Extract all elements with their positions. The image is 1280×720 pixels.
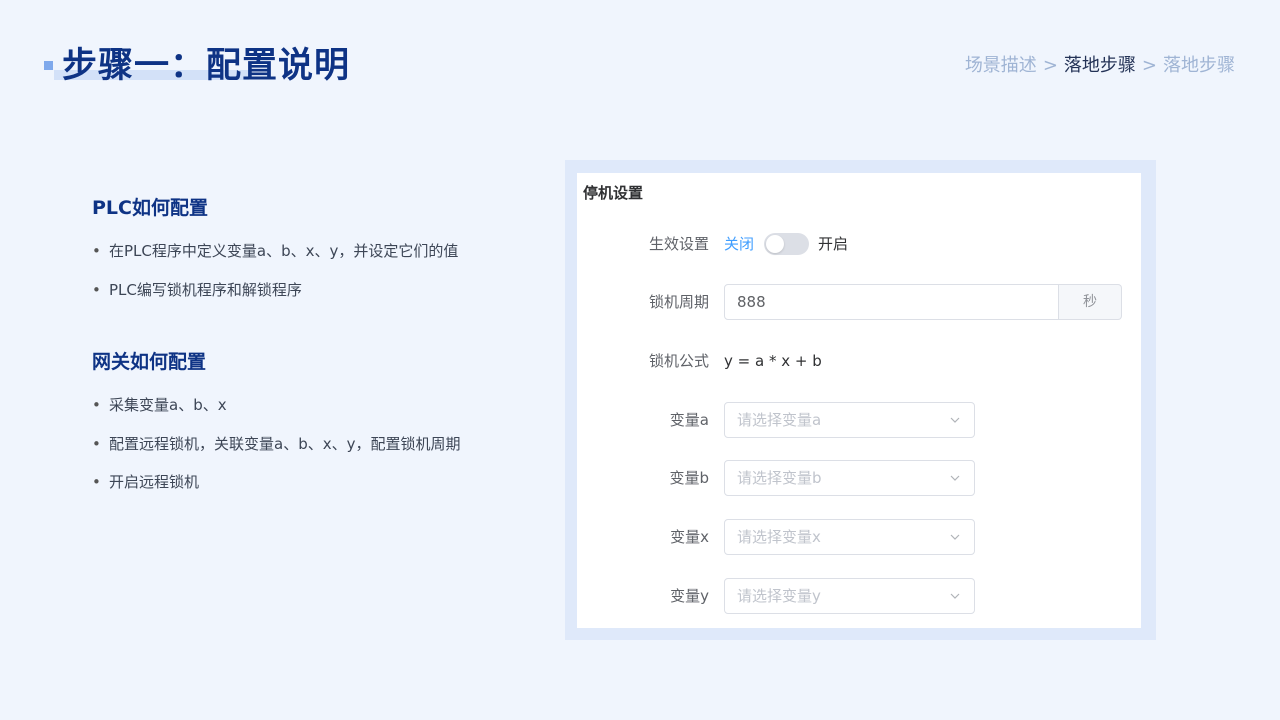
variable-b-row: 变量b 请选择变量b [577, 460, 1141, 496]
variable-x-field: 请选择变量x [724, 519, 975, 555]
switch-on-label[interactable]: 开启 [818, 226, 848, 262]
period-input-group: 888 秒 [724, 284, 1122, 320]
variable-x-row: 变量x 请选择变量x [577, 519, 1141, 555]
breadcrumb-separator: > [1141, 55, 1157, 76]
variable-a-row: 变量a 请选择变量a [577, 402, 1141, 438]
shutdown-settings-panel: 停机设置 生效设置 关闭 开启 锁机周期 888 秒 锁机公式 y = a * … [577, 173, 1141, 628]
variable-b-label: 变量b [669, 469, 709, 487]
breadcrumb: 场景描述 > 落地步骤 > 落地步骤 [965, 53, 1235, 79]
page-title: 步骤一：配置说明 [62, 46, 351, 86]
variable-y-row: 变量y 请选择变量y [577, 578, 1141, 614]
list-item: 开启远程锁机 [92, 470, 460, 509]
period-label: 锁机周期 [648, 293, 709, 311]
formula-value: y = a * x + b [724, 352, 822, 370]
chevron-down-icon [950, 534, 960, 540]
section-heading-gateway: 网关如何配置 [92, 351, 207, 373]
breadcrumb-item-current[interactable]: 落地步骤 [1064, 53, 1136, 79]
select-placeholder: 请选择变量x [737, 528, 821, 546]
toggle-knob [766, 235, 785, 253]
section-heading-plc: PLC如何配置 [92, 197, 208, 219]
breadcrumb-item-scene[interactable]: 场景描述 [965, 53, 1037, 79]
variable-y-field: 请选择变量y [724, 578, 975, 614]
variable-a-field: 请选择变量a [724, 402, 975, 438]
variable-y-select[interactable]: 请选择变量y [724, 578, 975, 614]
switch-off-label[interactable]: 关闭 [724, 226, 754, 262]
chevron-down-icon [950, 475, 960, 481]
list-item: PLC编写锁机程序和解锁程序 [92, 278, 458, 317]
panel-title: 停机设置 [583, 184, 644, 202]
title-decoration-square [44, 61, 53, 70]
formula-row: 锁机公式 y = a * x + b [577, 343, 1141, 379]
formula-label: 锁机公式 [648, 352, 709, 370]
select-placeholder: 请选择变量y [737, 587, 821, 605]
list-item: 采集变量a、b、x [92, 393, 460, 432]
variable-b-field: 请选择变量b [724, 460, 975, 496]
chevron-down-icon [950, 417, 960, 423]
period-unit: 秒 [1059, 284, 1122, 320]
screenshot-frame: 停机设置 生效设置 关闭 开启 锁机周期 888 秒 锁机公式 y = a * … [565, 160, 1156, 640]
breadcrumb-item-step[interactable]: 落地步骤 [1163, 53, 1235, 79]
select-placeholder: 请选择变量b [737, 469, 822, 487]
variable-x-label: 变量x [670, 528, 709, 546]
variable-x-select[interactable]: 请选择变量x [724, 519, 975, 555]
breadcrumb-separator: > [1042, 55, 1058, 76]
variable-y-label: 变量y [670, 587, 709, 605]
period-row: 锁机周期 888 秒 [577, 284, 1141, 320]
effect-setting-row: 生效设置 关闭 开启 [577, 226, 1141, 262]
select-placeholder: 请选择变量a [737, 411, 822, 429]
effect-switch-group: 关闭 开启 [724, 226, 848, 262]
bullet-list-plc: 在PLC程序中定义变量a、b、x、y，并设定它们的值 PLC编写锁机程序和解锁程… [92, 239, 458, 316]
effect-toggle[interactable] [764, 233, 810, 255]
period-input[interactable]: 888 [724, 284, 1059, 320]
variable-a-label: 变量a [669, 411, 709, 429]
chevron-down-icon [950, 593, 960, 599]
effect-setting-label: 生效设置 [648, 235, 709, 253]
variable-b-select[interactable]: 请选择变量b [724, 460, 975, 496]
variable-a-select[interactable]: 请选择变量a [724, 402, 975, 438]
list-item: 配置远程锁机，关联变量a、b、x、y，配置锁机周期 [92, 432, 460, 471]
bullet-list-gateway: 采集变量a、b、x 配置远程锁机，关联变量a、b、x、y，配置锁机周期 开启远程… [92, 393, 460, 509]
list-item: 在PLC程序中定义变量a、b、x、y，并设定它们的值 [92, 239, 458, 278]
